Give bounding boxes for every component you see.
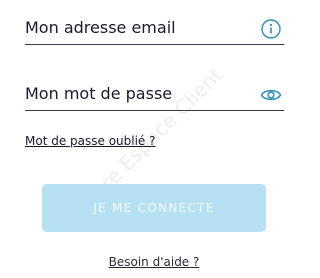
connect-button[interactable]: JE ME CONNECTE [42,184,266,232]
email-label: Mon adresse email [25,18,176,37]
eye-icon[interactable] [260,84,282,106]
email-field[interactable]: Mon adresse email [25,14,284,45]
help-link[interactable]: Besoin d'aide ? [0,255,308,269]
password-field[interactable]: Mon mot de passe [25,80,284,111]
info-icon[interactable] [260,18,282,40]
forgot-password-link[interactable]: Mot de passe oublié ? [25,134,156,148]
password-label: Mon mot de passe [25,84,173,103]
